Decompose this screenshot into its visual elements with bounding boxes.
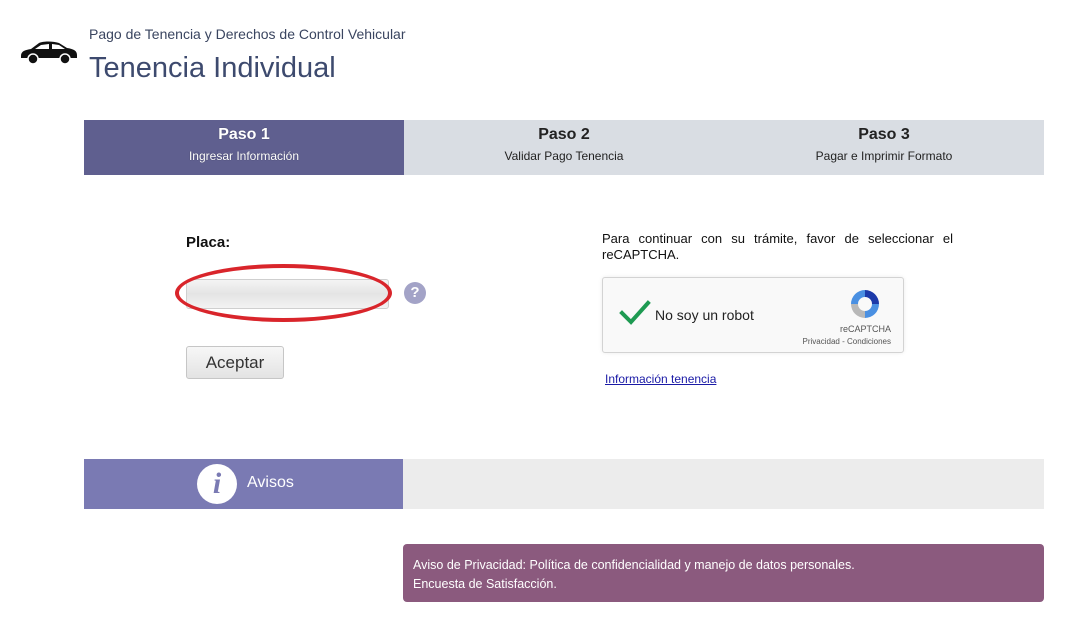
- step-3-number: Paso 3: [858, 126, 910, 143]
- recaptcha-brand: reCAPTCHA: [839, 324, 891, 334]
- placa-input[interactable]: [186, 279, 389, 309]
- page-title: Tenencia Individual: [89, 52, 336, 84]
- page-subtitle: Pago de Tenencia y Derechos de Control V…: [89, 26, 406, 42]
- step-3: Paso 3 Pagar e Imprimir Formato: [724, 120, 1044, 175]
- info-icon: i: [197, 464, 237, 504]
- info-tenencia-link[interactable]: Información tenencia: [605, 372, 716, 386]
- step-1: Paso 1 Ingresar Información: [84, 120, 404, 175]
- privacy-policy-link[interactable]: Aviso de Privacidad: Política de confide…: [413, 556, 1034, 575]
- step-progress-bar: Paso 1 Ingresar Información Paso 2 Valid…: [84, 120, 1044, 175]
- car-icon: [21, 41, 77, 65]
- step-1-description: Ingresar Información: [188, 149, 300, 163]
- checkmark-icon[interactable]: [619, 298, 651, 328]
- step-2-number: Paso 2: [538, 126, 590, 143]
- accept-button[interactable]: Aceptar: [186, 346, 284, 379]
- recaptcha-links[interactable]: Privacidad - Condiciones: [803, 337, 892, 346]
- satisfaction-survey-link[interactable]: Encuesta de Satisfacción.: [413, 575, 1034, 594]
- recaptcha-logo-icon: [851, 290, 879, 318]
- placa-label: Placa:: [186, 234, 231, 251]
- help-icon[interactable]: ?: [404, 282, 426, 304]
- step-1-number: Paso 1: [218, 126, 270, 143]
- recaptcha-widget[interactable]: No soy un robot reCAPTCHA Privacidad - C…: [602, 277, 904, 353]
- step-2-description: Validar Pago Tenencia: [504, 149, 624, 163]
- step-3-description: Pagar e Imprimir Formato: [815, 149, 953, 163]
- avisos-bar: i Avisos: [84, 459, 1044, 509]
- step-2: Paso 2 Validar Pago Tenencia: [404, 120, 724, 175]
- captcha-instructions: Para continuar con su trámite, favor de …: [602, 231, 953, 262]
- avisos-label: Avisos: [247, 474, 294, 491]
- recaptcha-checkbox-label: No soy un robot: [655, 307, 754, 323]
- avisos-tab[interactable]: i Avisos: [84, 459, 403, 509]
- privacy-notice-box: Aviso de Privacidad: Política de confide…: [403, 544, 1044, 602]
